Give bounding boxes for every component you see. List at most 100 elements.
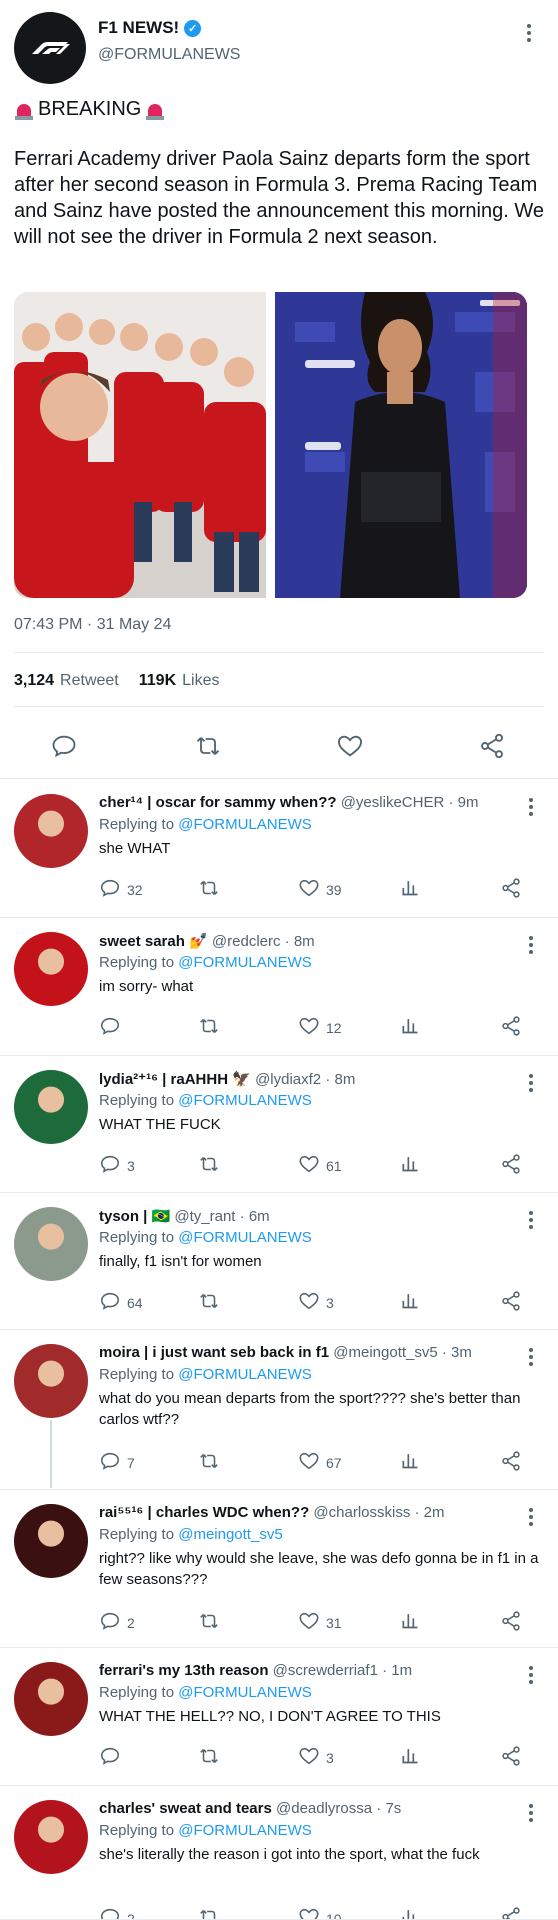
tweet-photo-drivers[interactable]	[14, 292, 266, 598]
reply-author-name[interactable]: moira | i just want seb back in f1	[99, 1344, 329, 1361]
retweet-button[interactable]	[197, 877, 221, 902]
share-button[interactable]	[500, 1290, 522, 1315]
reply-button[interactable]: 2	[99, 1906, 135, 1920]
reply-avatar[interactable]	[14, 1070, 88, 1144]
share-button[interactable]	[500, 1610, 522, 1635]
reply-button[interactable]: 3	[99, 1153, 135, 1178]
reply-button[interactable]: 64	[99, 1290, 143, 1315]
replying-to-link[interactable]: @FORMULANEWS	[178, 1092, 312, 1109]
likes-count[interactable]: 119K	[139, 672, 176, 690]
tweet-photo-event[interactable]	[275, 292, 527, 598]
retweet-label[interactable]: Retweet	[60, 672, 119, 690]
reply-author-name[interactable]: rai⁵⁵¹⁶ | charles WDC when??	[99, 1504, 309, 1521]
reply-button[interactable]: 7	[99, 1450, 135, 1475]
analytics-button[interactable]	[400, 877, 420, 900]
account-handle[interactable]: @FORMULANEWS	[98, 46, 240, 64]
more-options-icon[interactable]	[524, 24, 534, 42]
reply-avatar[interactable]	[14, 1662, 88, 1736]
reply-button[interactable]	[99, 1015, 127, 1040]
replying-to-link[interactable]: @FORMULANEWS	[178, 1229, 312, 1246]
replying-to-link[interactable]: @FORMULANEWS	[178, 816, 312, 833]
like-button[interactable]: 61	[298, 1153, 342, 1178]
like-button[interactable]: 31	[298, 1610, 342, 1635]
reply-author-handle[interactable]: @meingott_sv5	[333, 1344, 437, 1361]
like-button[interactable]: 67	[298, 1450, 342, 1475]
reply-avatar[interactable]	[14, 1344, 88, 1418]
reply-header[interactable]: rai⁵⁵¹⁶ | charles WDC when?? @charlosski…	[99, 1504, 445, 1521]
reply-author-name[interactable]: tyson | 🇧🇷	[99, 1208, 170, 1225]
more-options-icon[interactable]	[526, 1211, 536, 1229]
reply-author-handle[interactable]: @ty_rant	[174, 1208, 235, 1225]
reply-author-handle[interactable]: @yeslikeCHER	[341, 794, 445, 811]
reply-author-handle[interactable]: @screwderriaf1	[273, 1662, 378, 1679]
reply-avatar[interactable]	[14, 1800, 88, 1874]
replying-to-link[interactable]: @FORMULANEWS	[178, 1684, 312, 1701]
like-button[interactable]: 3	[298, 1745, 334, 1770]
reply-author-name[interactable]: charles' sweat and tears	[99, 1800, 272, 1817]
reply-author-handle[interactable]: @lydiaxf2	[255, 1071, 321, 1088]
reply-header[interactable]: sweet sarah 💅 @redclerc · 8m	[99, 932, 315, 950]
share-button[interactable]	[500, 1745, 522, 1770]
like-button[interactable]: 39	[298, 877, 342, 902]
retweet-button[interactable]	[197, 1153, 221, 1178]
replying-to-link[interactable]: @FORMULANEWS	[178, 1822, 312, 1839]
reply-tweet[interactable]: sweet sarah 💅 @redclerc · 8m Replying to…	[0, 918, 558, 1056]
reply-header[interactable]: charles' sweat and tears @deadlyrossa · …	[99, 1800, 401, 1817]
reply-button[interactable]	[99, 1745, 127, 1770]
retweet-button[interactable]	[197, 1450, 221, 1475]
account-name[interactable]: F1 NEWS! ✓	[98, 18, 202, 38]
reply-header[interactable]: ferrari's my 13th reason @screwderriaf1 …	[99, 1662, 412, 1679]
share-button[interactable]	[500, 1015, 522, 1040]
analytics-button[interactable]	[400, 1450, 420, 1473]
retweet-button[interactable]	[197, 1610, 221, 1635]
retweet-button[interactable]	[197, 1745, 221, 1770]
reply-avatar[interactable]	[14, 1504, 88, 1578]
reply-button[interactable]: 32	[99, 877, 143, 902]
more-options-icon[interactable]	[526, 1074, 536, 1092]
reply-avatar[interactable]	[14, 1207, 88, 1281]
reply-author-name[interactable]: lydia²⁺¹⁶ | raAHHH 🦅	[99, 1071, 251, 1088]
retweet-button[interactable]	[197, 1290, 221, 1315]
like-button[interactable]	[336, 732, 364, 760]
reply-tweet[interactable]: lydia²⁺¹⁶ | raAHHH 🦅 @lydiaxf2 · 8m Repl…	[0, 1056, 558, 1193]
replying-to-link[interactable]: @FORMULANEWS	[178, 954, 312, 971]
replying-to-link[interactable]: @FORMULANEWS	[178, 1366, 312, 1383]
more-options-icon[interactable]	[526, 798, 536, 816]
share-button[interactable]	[500, 1450, 522, 1475]
reply-tweet[interactable]: moira | i just want seb back in f1 @mein…	[0, 1330, 558, 1490]
reply-avatar[interactable]	[14, 794, 88, 868]
reply-author-name[interactable]: cher¹⁴ | oscar for sammy when??	[99, 794, 337, 811]
reply-header[interactable]: tyson | 🇧🇷 @ty_rant · 6m	[99, 1207, 270, 1225]
share-button[interactable]	[500, 1906, 522, 1920]
reply-author-name[interactable]: sweet sarah 💅	[99, 933, 208, 950]
more-options-icon[interactable]	[526, 1508, 536, 1526]
like-button[interactable]: 3	[298, 1290, 334, 1315]
reply-author-handle[interactable]: @deadlyrossa	[276, 1800, 372, 1817]
retweet-button[interactable]	[194, 732, 222, 760]
more-options-icon[interactable]	[526, 936, 536, 954]
analytics-button[interactable]	[400, 1290, 420, 1313]
reply-author-handle[interactable]: @charlosskiss	[313, 1504, 410, 1521]
analytics-button[interactable]	[400, 1153, 420, 1176]
reply-tweet[interactable]: charles' sweat and tears @deadlyrossa · …	[0, 1786, 558, 1920]
reply-avatar[interactable]	[14, 932, 88, 1006]
reply-button[interactable]	[50, 732, 78, 760]
like-button[interactable]: 12	[298, 1015, 342, 1040]
reply-header[interactable]: cher¹⁴ | oscar for sammy when?? @yeslike…	[99, 794, 478, 811]
share-button[interactable]	[500, 1153, 522, 1178]
more-options-icon[interactable]	[526, 1804, 536, 1822]
reply-tweet[interactable]: rai⁵⁵¹⁶ | charles WDC when?? @charlosski…	[0, 1490, 558, 1648]
retweet-button[interactable]	[197, 1906, 221, 1920]
reply-author-handle[interactable]: @redclerc	[212, 933, 281, 950]
likes-label[interactable]: Likes	[182, 672, 219, 690]
tweet-timestamp[interactable]: 07:43 PM · 31 May 24	[14, 616, 171, 634]
analytics-button[interactable]	[400, 1015, 420, 1038]
analytics-button[interactable]	[400, 1745, 420, 1768]
more-options-icon[interactable]	[526, 1666, 536, 1684]
reply-header[interactable]: moira | i just want seb back in f1 @mein…	[99, 1344, 472, 1361]
reply-button[interactable]: 2	[99, 1610, 135, 1635]
reply-tweet[interactable]: tyson | 🇧🇷 @ty_rant · 6m Replying to @FO…	[0, 1193, 558, 1330]
more-options-icon[interactable]	[526, 1348, 536, 1366]
analytics-button[interactable]	[400, 1906, 420, 1920]
share-button[interactable]	[500, 877, 522, 902]
